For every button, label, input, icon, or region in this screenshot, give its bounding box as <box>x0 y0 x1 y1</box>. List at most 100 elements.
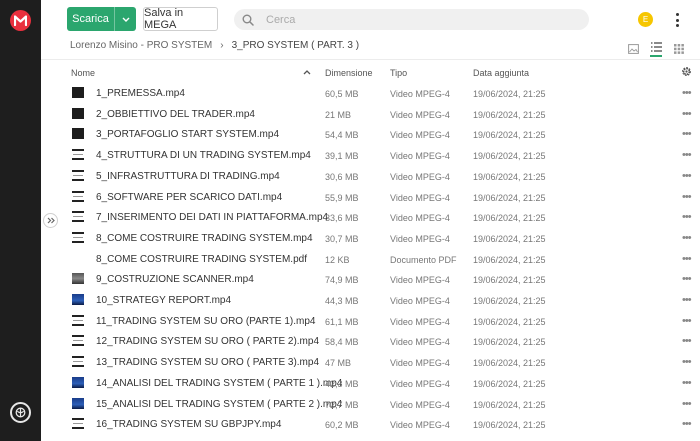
file-type: Video MPEG-4 <box>390 337 450 348</box>
video-thumbnail-icon <box>72 356 84 368</box>
video-thumbnail-icon <box>72 128 84 140</box>
file-type: Video MPEG-4 <box>390 171 450 182</box>
table-row[interactable]: 2_OBBIETTIVO DEL TRADER.mp4 21 MB Video MP… <box>41 104 700 125</box>
table-row[interactable]: 9_COSTRUZIONE SCANNER.mp4 74,9 MB Video MP… <box>41 269 700 290</box>
file-name: 8_COME COSTRUIRE TRADING SYSTEM.mp4 <box>96 232 313 244</box>
row-menu-icon[interactable]: ••• <box>682 294 692 306</box>
row-menu-icon[interactable]: ••• <box>682 170 692 182</box>
file-size: 44,3 MB <box>325 296 359 306</box>
file-size: 30,7 MB <box>325 233 359 244</box>
mega-logo-icon[interactable] <box>10 10 31 31</box>
table-row[interactable]: 14_ANALISI DEL TRADING SYSTEM ( PARTE 1 … <box>41 373 700 394</box>
row-menu-icon[interactable]: ••• <box>682 377 692 389</box>
file-name: 9_COSTRUZIONE SCANNER.mp4 <box>96 274 254 286</box>
row-menu-icon[interactable]: ••• <box>682 418 692 430</box>
table-row[interactable]: 5_INFRASTRUTTURA DI TRADING.mp4 30,6 MB Vi… <box>41 166 700 187</box>
row-menu-icon[interactable]: ••• <box>682 87 692 99</box>
file-name: 6_SOFTWARE PER SCARICO DATI.mp4 <box>96 191 283 203</box>
row-menu-icon[interactable]: ••• <box>682 398 692 410</box>
file-date: 19/06/2024, 21:25 <box>473 254 546 265</box>
table-row[interactable]: 4_STRUTTURA DI UN TRADING SYSTEM.mp4 39,1… <box>41 145 700 166</box>
save-to-mega-button[interactable]: Salva in MEGA <box>143 7 218 31</box>
table-row[interactable]: 12_TRADING SYSTEM SU ORO ( PARTE 2).mp4 5… <box>41 331 700 352</box>
file-name: 3_PORTAFOGLIO START SYSTEM.mp4 <box>96 129 280 141</box>
grid-view-icon[interactable] <box>673 43 685 55</box>
mega-app: Scarica Salva in MEGA E Lorenzo Misino -… <box>0 0 700 441</box>
row-menu-icon[interactable]: ••• <box>682 128 692 140</box>
row-menu-icon[interactable]: ••• <box>682 232 692 244</box>
file-type: Video MPEG-4 <box>390 130 450 141</box>
column-size[interactable]: Dimensione <box>325 68 373 78</box>
file-date: 19/06/2024, 21:25 <box>473 420 546 431</box>
list-view-icon[interactable] <box>650 41 662 57</box>
download-options-button[interactable] <box>114 7 136 31</box>
breadcrumb: Lorenzo Misino - PRO SYSTEM › 3_PRO SYST… <box>70 40 359 51</box>
file-size: 54,4 MB <box>325 130 359 141</box>
row-menu-icon[interactable]: ••• <box>682 191 692 203</box>
avatar[interactable]: E <box>638 12 653 27</box>
gear-icon[interactable] <box>681 66 692 79</box>
file-size: 30,6 MB <box>325 171 359 182</box>
column-date[interactable]: Data aggiunta <box>473 68 529 78</box>
row-menu-icon[interactable]: ••• <box>682 315 692 327</box>
search-bar[interactable] <box>234 9 589 30</box>
file-type: Video MPEG-4 <box>390 233 450 244</box>
file-date: 19/06/2024, 21:25 <box>473 109 546 120</box>
video-thumbnail-icon <box>72 87 84 98</box>
left-rail <box>0 0 41 441</box>
file-date: 19/06/2024, 21:25 <box>473 89 546 99</box>
breadcrumb-root[interactable]: Lorenzo Misino - PRO SYSTEM <box>70 40 212 51</box>
file-name: 5_INFRASTRUTTURA DI TRADING.mp4 <box>96 170 280 182</box>
video-thumbnail-icon <box>72 169 84 181</box>
table-row[interactable]: 1_PREMESSA.mp4 60,5 MB Video MPEG-4 19/06/2… <box>41 83 700 104</box>
file-type: Video MPEG-4 <box>390 358 450 369</box>
breadcrumb-current[interactable]: 3_PRO SYSTEM ( PART. 3 ) <box>232 40 359 51</box>
table-row[interactable]: 15_ANALISI DEL TRADING SYSTEM ( PARTE 2 … <box>41 394 700 415</box>
table-row[interactable]: 10_STRATEGY REPORT.mp4 44,3 MB Video MPEG-… <box>41 290 700 311</box>
row-menu-icon[interactable]: ••• <box>682 211 692 223</box>
video-thumbnail-icon <box>72 231 84 243</box>
table-row[interactable]: 3_PORTAFOGLIO START SYSTEM.mp4 54,4 MB Vid… <box>41 124 700 145</box>
row-menu-icon[interactable]: ••• <box>682 356 692 368</box>
table-row[interactable]: 13_TRADING SYSTEM SU ORO ( PARTE 3).mp4 4… <box>41 352 700 373</box>
sort-ascending-icon[interactable] <box>303 67 311 77</box>
file-type: Video MPEG-4 <box>390 89 450 99</box>
thumbnail-view-icon[interactable] <box>627 43 639 55</box>
table-header: Nome Dimensione Tipo Data aggiunta <box>41 61 700 83</box>
file-size: 33,6 MB <box>325 213 359 224</box>
status-icon[interactable] <box>10 402 31 423</box>
row-menu-icon[interactable]: ••• <box>682 253 692 265</box>
file-date: 19/06/2024, 21:25 <box>473 130 546 141</box>
more-options-icon[interactable] <box>672 11 682 29</box>
download-button[interactable]: Scarica <box>67 7 136 31</box>
file-size: 39,1 MB <box>325 151 359 162</box>
video-thumbnail-icon <box>72 294 84 305</box>
row-menu-icon[interactable]: ••• <box>682 108 692 120</box>
file-size: 60,5 MB <box>325 89 359 99</box>
table-row[interactable]: 16_TRADING SYSTEM SU GBPJPY.mp4 60,2 MB Vi… <box>41 414 700 435</box>
file-date: 19/06/2024, 21:25 <box>473 316 546 327</box>
table-row[interactable]: 11_TRADING SYSTEM SU ORO (PARTE 1).mp4 61… <box>41 311 700 332</box>
row-menu-icon[interactable]: ••• <box>682 149 692 161</box>
file-date: 19/06/2024, 21:25 <box>473 151 546 162</box>
row-menu-icon[interactable]: ••• <box>682 335 692 347</box>
table-row[interactable]: 8_COME COSTRUIRE TRADING SYSTEM.pdf 12 KB… <box>41 249 700 270</box>
file-type: Video MPEG-4 <box>390 213 450 224</box>
table-row[interactable]: 8_COME COSTRUIRE TRADING SYSTEM.mp4 30,7 … <box>41 228 700 249</box>
row-menu-icon[interactable]: ••• <box>682 273 692 285</box>
file-type: Video MPEG-4 <box>390 378 450 389</box>
table-row[interactable]: 7_INSERIMENTO DEI DATI IN PIATTAFORMA.mp… <box>41 207 700 228</box>
file-type: Video MPEG-4 <box>390 192 450 203</box>
file-name: 16_TRADING SYSTEM SU GBPJPY.mp4 <box>96 419 282 431</box>
file-date: 19/06/2024, 21:25 <box>473 233 546 244</box>
column-name[interactable]: Nome <box>71 68 95 78</box>
file-date: 19/06/2024, 21:25 <box>473 171 546 182</box>
video-thumbnail-icon <box>72 314 84 326</box>
video-thumbnail-icon <box>72 273 84 285</box>
file-name: 12_TRADING SYSTEM SU ORO ( PARTE 2).mp4 <box>96 336 320 348</box>
table-row[interactable]: 6_SOFTWARE PER SCARICO DATI.mp4 55,9 MB Vi… <box>41 187 700 208</box>
column-type[interactable]: Tipo <box>390 68 407 78</box>
video-thumbnail-icon <box>72 397 84 409</box>
search-input[interactable] <box>262 13 562 26</box>
file-name: 2_OBBIETTIVO DEL TRADER.mp4 <box>96 108 255 120</box>
